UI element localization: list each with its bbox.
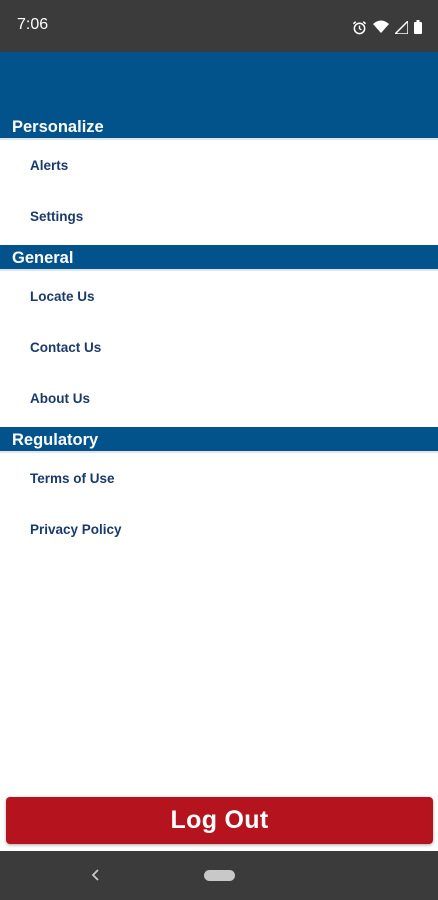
menu-item-label: Alerts bbox=[30, 158, 69, 173]
menu-item-about-us[interactable]: About Us bbox=[0, 373, 438, 424]
menu-item-label: About Us bbox=[30, 391, 90, 406]
logout-button[interactable]: Log Out bbox=[6, 797, 433, 844]
menu-item-alerts[interactable]: Alerts bbox=[0, 140, 438, 191]
section-header-personalize: Personalize bbox=[0, 114, 438, 140]
status-icons bbox=[352, 17, 422, 37]
section-header-regulatory: Regulatory bbox=[0, 427, 438, 453]
menu-item-label: Settings bbox=[30, 209, 84, 224]
menu-item-settings[interactable]: Settings bbox=[0, 191, 438, 242]
battery-icon bbox=[414, 20, 422, 34]
menu-item-label: Locate Us bbox=[30, 289, 95, 304]
home-pill-icon[interactable] bbox=[204, 870, 235, 881]
menu-item-label: Terms of Use bbox=[30, 471, 115, 486]
navigation-bar bbox=[0, 851, 438, 900]
menu-item-terms-of-use[interactable]: Terms of Use bbox=[0, 453, 438, 504]
menu-item-label: Privacy Policy bbox=[30, 522, 122, 537]
menu-item-contact-us[interactable]: Contact Us bbox=[0, 322, 438, 373]
status-time: 7:06 bbox=[17, 16, 49, 33]
menu-item-privacy-policy[interactable]: Privacy Policy bbox=[0, 504, 438, 555]
back-icon[interactable] bbox=[86, 865, 106, 885]
app-header bbox=[0, 52, 438, 118]
status-bar: 7:06 bbox=[0, 0, 438, 52]
section-header-general: General bbox=[0, 245, 438, 271]
menu-item-label: Contact Us bbox=[30, 340, 102, 355]
alarm-icon bbox=[352, 20, 367, 34]
signal-icon bbox=[395, 20, 408, 34]
menu-item-locate-us[interactable]: Locate Us bbox=[0, 271, 438, 322]
wifi-icon bbox=[373, 20, 389, 33]
